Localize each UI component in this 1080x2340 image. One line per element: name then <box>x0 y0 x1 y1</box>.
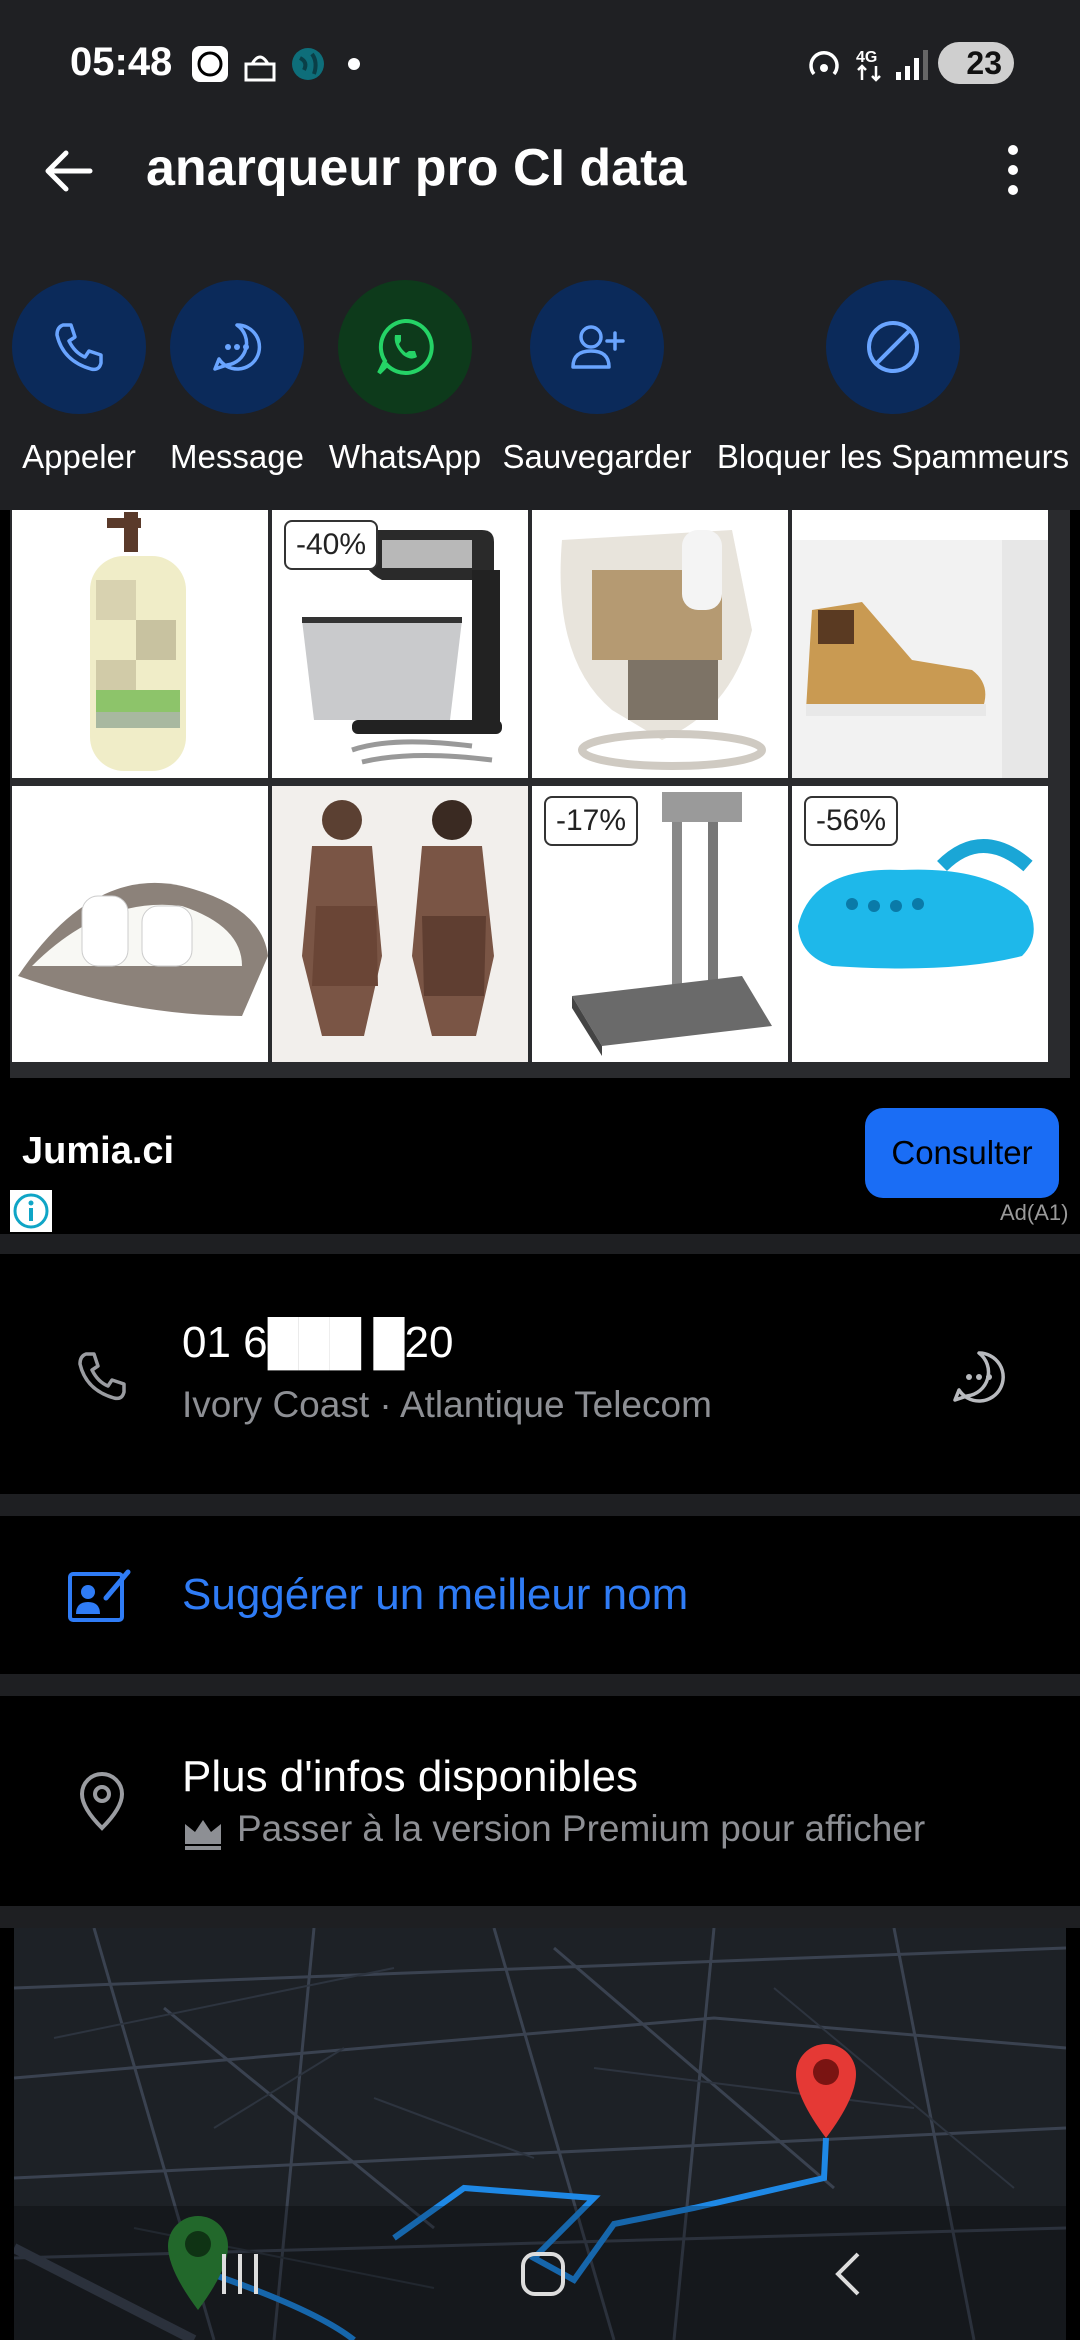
message-label: Message <box>170 438 304 475</box>
grinder-machine-image <box>560 530 766 770</box>
whatsapp-button[interactable]: WhatsApp <box>305 280 505 476</box>
save-contact-button[interactable]: Sauvegarder <box>497 280 697 476</box>
bodysuit-image <box>272 786 528 1062</box>
product-tile-bodysuit[interactable] <box>272 786 528 1062</box>
premium-upsell-text[interactable]: Passer à la version Premium pour affiche… <box>237 1808 925 1850</box>
ad-product-grid[interactable]: -40% -17% -56% <box>10 510 1070 1078</box>
divider <box>0 1906 1080 1928</box>
more-options-icon[interactable] <box>1000 140 1026 200</box>
signal-icon <box>896 50 928 80</box>
product-tile-lotion[interactable] <box>12 510 268 778</box>
globe-icon <box>292 48 324 80</box>
suggest-name-link[interactable]: Suggérer un meilleur nom <box>182 1570 688 1620</box>
sudo-app-icon <box>192 46 228 82</box>
chat-bubble-icon <box>213 323 262 371</box>
svg-text:4G: 4G <box>856 49 877 66</box>
whatsapp-label: WhatsApp <box>328 438 482 475</box>
hotspot-icon <box>809 50 839 76</box>
ad-tag: Ad(A1) <box>1000 1200 1069 1225</box>
divider <box>0 1674 1080 1696</box>
mosque-icon <box>244 55 276 82</box>
call-label: Appeler <box>22 438 136 475</box>
home-icon[interactable] <box>519 2250 567 2298</box>
location-pin-icon <box>79 1771 125 1831</box>
back-nav-icon[interactable] <box>830 2250 866 2298</box>
product-tile-lounger[interactable] <box>12 786 268 1062</box>
block-spammers-button[interactable]: Bloquer les Spammeurs <box>717 280 1069 476</box>
status-time: 05:48 <box>70 40 173 84</box>
phone-icon <box>78 1352 126 1401</box>
consult-button[interactable]: Consulter <box>865 1108 1059 1198</box>
product-tile-scale[interactable]: -17% <box>532 786 788 1062</box>
edit-name-icon <box>68 1569 131 1622</box>
discount-badge: -56% <box>804 796 899 846</box>
4g-icon: 4G <box>856 49 881 82</box>
block-spammers-button-circle[interactable] <box>826 280 960 414</box>
message-icon[interactable] <box>948 1346 1010 1408</box>
whatsapp-button-circle[interactable] <box>338 280 472 414</box>
discount-badge: -17% <box>544 796 639 846</box>
lotion-bottle-image <box>90 512 186 771</box>
recent-apps-icon[interactable] <box>218 2252 264 2296</box>
block-spammers-label: Bloquer les Spammeurs <box>716 438 1070 475</box>
call-button-circle[interactable] <box>12 280 146 414</box>
dot-icon <box>348 58 360 70</box>
carrier-info: Ivory Coast · Atlantique Telecom <box>182 1384 712 1425</box>
battery-icon: 23 <box>938 42 1014 84</box>
page-title: anarqueur pro CI data <box>146 139 687 197</box>
product-tile-clog[interactable]: -56% <box>792 786 1048 1062</box>
product-tile-mixer[interactable]: -40% <box>272 510 528 778</box>
product-tile-sneaker[interactable] <box>792 510 1048 778</box>
discount-badge: -40% <box>284 520 379 570</box>
divider <box>0 1234 1080 1254</box>
phone-number[interactable]: 01 6███ █20 <box>182 1318 454 1368</box>
block-icon <box>867 321 919 373</box>
save-contact-button-circle[interactable] <box>530 280 664 414</box>
ad-brand-name: Jumia.ci <box>22 1130 175 1172</box>
baby-lounger-image <box>18 882 268 1016</box>
save-contact-label: Sauvegarder <box>502 438 692 475</box>
crown-icon <box>185 1820 221 1850</box>
message-button-circle[interactable] <box>170 280 304 414</box>
divider <box>0 1494 1080 1516</box>
more-info-title[interactable]: Plus d'infos disponibles <box>182 1752 638 1802</box>
add-contact-icon <box>571 325 625 369</box>
sneaker-image <box>792 540 1048 778</box>
back-arrow-icon[interactable] <box>40 143 96 199</box>
ad-info-icon[interactable] <box>10 1190 52 1232</box>
phone-icon <box>55 323 103 372</box>
whatsapp-icon <box>377 318 434 375</box>
product-tile-grinder[interactable] <box>532 510 788 778</box>
